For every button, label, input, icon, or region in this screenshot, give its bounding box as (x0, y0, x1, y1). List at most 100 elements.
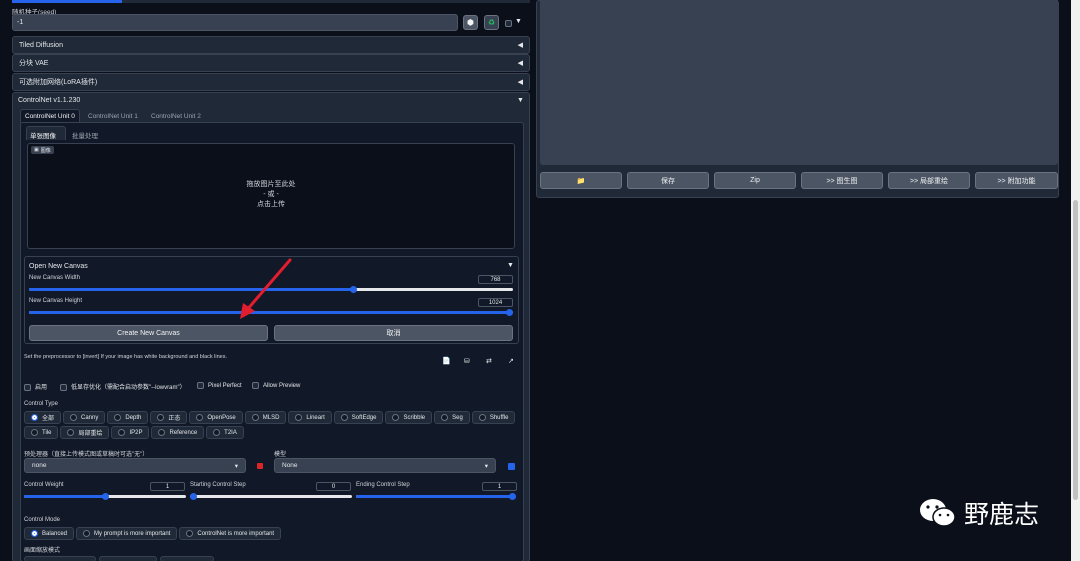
control-type-option[interactable]: IP2P (111, 426, 150, 439)
control-weight-label: Control Weight (24, 482, 64, 488)
control-type-option[interactable]: Tile (24, 426, 59, 439)
radio-icon (114, 414, 122, 421)
preprocessor-hint: Set the preprocessor to [invert] If your… (24, 354, 227, 360)
control-type-option[interactable]: OpenPose (189, 411, 243, 424)
tab-controlnet-unit-1[interactable]: ControlNet Unit 1 (88, 113, 138, 120)
output-image[interactable] (540, 0, 1058, 165)
dice-button[interactable]: ⬢ (463, 15, 478, 30)
accordion-tiled-vae[interactable]: 分块 VAE ◀ (12, 54, 530, 72)
control-type-label: Control Type (24, 401, 58, 407)
dropzone-text: 拖放图片至此处 - 或 - 点击上传 (246, 181, 296, 208)
control-type-option[interactable]: 全部 (24, 411, 62, 424)
control-type-option[interactable]: Scribble (385, 411, 433, 424)
seed-input[interactable]: -1 (12, 14, 458, 31)
control-type-option[interactable]: 正态 (150, 411, 188, 424)
tab-batch[interactable]: 批量处理 (72, 130, 98, 140)
end-step-input[interactable]: 1 (482, 482, 517, 491)
control-mode-option[interactable]: Balanced (24, 527, 75, 540)
control-type-option[interactable]: Seg (434, 411, 470, 424)
recycle-button[interactable]: ♻ (484, 15, 499, 30)
radio-icon (31, 530, 38, 537)
control-type-option[interactable]: SoftEdge (333, 411, 384, 424)
control-type-option[interactable]: MLSD (244, 411, 287, 424)
control-type-option[interactable]: 局部重绘 (60, 426, 110, 439)
wechat-icon (920, 499, 956, 527)
model-label: 模型 (274, 452, 287, 458)
resize-mode-option[interactable] (24, 556, 96, 561)
canvas-height-label: New Canvas Height (29, 298, 83, 304)
radio-icon (251, 414, 259, 421)
tab-single-image[interactable]: 单张图像 (30, 130, 56, 140)
control-mode-option[interactable]: ControlNet is more important (179, 527, 282, 540)
control-type-option[interactable]: Reference (151, 426, 205, 439)
cancel-canvas-button[interactable]: 取消 (274, 325, 513, 341)
radio-icon (295, 414, 303, 421)
camera-icon[interactable]: ⛁ (464, 357, 470, 365)
run-preprocessor-icon[interactable] (257, 463, 263, 469)
radio-icon (186, 530, 194, 537)
extra-checkbox[interactable] (505, 20, 512, 27)
radio-icon (70, 414, 78, 421)
control-type-option[interactable]: Depth (107, 411, 149, 424)
tab-controlnet-unit-2[interactable]: ControlNet Unit 2 (151, 113, 201, 120)
radio-icon (31, 429, 38, 436)
control-type-option[interactable]: Canny (63, 411, 106, 424)
start-step-label: Starting Control Step (190, 482, 246, 488)
canvas-width-input[interactable]: 768 (478, 275, 513, 284)
control-weight-slider[interactable] (24, 493, 186, 500)
control-type-option[interactable]: Lineart (288, 411, 332, 424)
resize-mode-label: 画面缩放模式 (24, 548, 61, 554)
radio-icon (31, 414, 38, 421)
radio-icon (196, 414, 204, 421)
save-button[interactable]: 保存 (627, 172, 709, 189)
option-enable[interactable]: 启用 (24, 382, 47, 391)
swap-icon[interactable]: ⇄ (486, 357, 492, 365)
canvas-height-input[interactable]: 1024 (478, 298, 513, 307)
option-pixel-perfect[interactable]: Pixel Perfect (197, 382, 242, 389)
send-to-img2img-button[interactable]: >> 图生图 (801, 172, 883, 189)
end-step-slider[interactable] (356, 493, 516, 500)
radio-icon (441, 414, 449, 421)
start-step-input[interactable]: 0 (316, 482, 351, 491)
control-type-option[interactable]: T2IA (206, 426, 244, 439)
canvas-title[interactable]: Open New Canvas (29, 263, 88, 270)
image-badge: ▣ 图像 (31, 146, 54, 154)
canvas-width-label: New Canvas Width (29, 275, 81, 281)
start-step-slider[interactable] (190, 493, 352, 500)
radio-icon (67, 429, 75, 436)
create-canvas-button[interactable]: Create New Canvas (29, 325, 268, 341)
model-select[interactable]: None ▾ (274, 458, 496, 473)
control-type-group: 全部 Canny Depth 正态 OpenPose MLSD Lineart SoftEdg… (24, 411, 520, 441)
tab-controlnet-unit-0[interactable]: ControlNet Unit 0 (25, 113, 75, 120)
control-mode-label: Control Mode (24, 517, 61, 523)
document-icon[interactable]: 📄 (442, 357, 451, 365)
accordion-tiled-diffusion[interactable]: Tiled Diffusion ◀ (12, 36, 530, 54)
preprocessor-select[interactable]: none ▾ (24, 458, 246, 473)
expand-down-icon[interactable]: ▼ (507, 262, 514, 269)
chevron-down-icon: ▾ (484, 462, 488, 470)
radio-icon (392, 414, 400, 421)
dice-icon: ⬢ (467, 18, 474, 27)
radio-icon (157, 414, 165, 421)
page-scrollbar[interactable] (1071, 0, 1080, 561)
collapse-left-icon: ◀ (517, 79, 523, 86)
refresh-models-icon[interactable] (508, 463, 515, 470)
collapse-left-icon: ◀ (517, 42, 523, 49)
send-to-inpaint-button[interactable]: >> 局部重绘 (888, 172, 970, 189)
open-folder-button[interactable]: 📁 (540, 172, 622, 189)
option-allow-preview[interactable]: Allow Preview (252, 382, 300, 389)
extra-toggle-icon[interactable]: ▼ (515, 18, 522, 25)
controlnet-title[interactable]: ControlNet v1.1.230 (18, 97, 80, 104)
control-type-option[interactable]: Shuffle (471, 411, 516, 424)
resize-mode-option[interactable] (99, 556, 157, 561)
option-lowvram[interactable]: 低显存优化（需配合启动参数"--lowvram"） (60, 382, 186, 391)
resize-mode-option[interactable] (160, 556, 214, 561)
accordion-lora[interactable]: 可选附加网络(LoRA插件) ◀ (12, 73, 530, 91)
image-icon: ▣ (34, 147, 39, 153)
control-mode-option[interactable]: My prompt is more important (76, 527, 178, 540)
expand-down-icon[interactable]: ▼ (517, 97, 524, 104)
zip-button[interactable]: Zip (714, 172, 796, 189)
send-to-extras-button[interactable]: >> 附加功能 (975, 172, 1058, 189)
send-icon[interactable]: ↗ (508, 357, 514, 365)
control-weight-input[interactable]: 1 (150, 482, 185, 491)
